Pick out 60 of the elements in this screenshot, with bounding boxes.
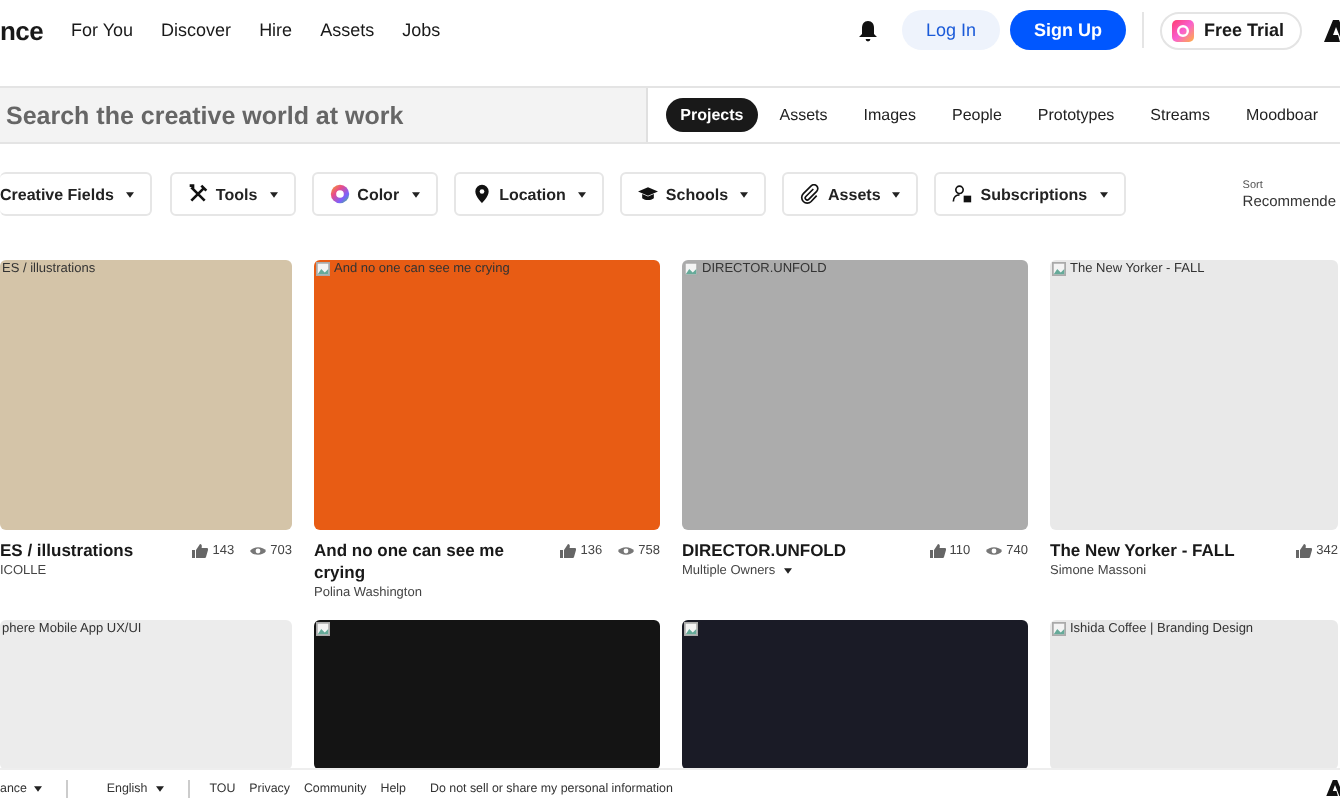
- filter-dropdown[interactable]: Tools: [169, 172, 296, 216]
- nav-link[interactable]: Discover: [161, 20, 232, 40]
- tab[interactable]: Images: [849, 98, 930, 132]
- filter-dropdown[interactable]: Creative Fields: [0, 172, 152, 216]
- color-wheel-icon: [329, 184, 350, 204]
- free-trial-button[interactable]: Free Trial: [1159, 11, 1302, 49]
- thumbs-up-icon: [1296, 544, 1313, 558]
- caret-icon: [740, 191, 749, 197]
- tab[interactable]: Projects: [666, 98, 758, 132]
- filter-dropdown[interactable]: Color: [311, 172, 438, 216]
- nav-link[interactable]: Hire: [259, 20, 293, 40]
- caret-icon: [269, 191, 278, 197]
- tab[interactable]: Prototypes: [1023, 98, 1129, 132]
- eye-icon: [618, 544, 635, 558]
- tab[interactable]: Assets: [765, 98, 842, 132]
- broken-image-icon: [684, 622, 698, 636]
- bell-icon[interactable]: [857, 19, 878, 41]
- caret-icon: [1099, 191, 1108, 197]
- tab[interactable]: People: [938, 98, 1016, 132]
- search-field[interactable]: Search the creative world at work: [0, 88, 649, 142]
- broken-image-icon: [684, 262, 698, 276]
- app-icon: [1171, 19, 1194, 41]
- thumbs-up-icon: [192, 544, 209, 558]
- caret-icon: [577, 191, 586, 197]
- thumbs-up-icon: [929, 544, 946, 558]
- tab[interactable]: Streams: [1136, 98, 1224, 132]
- project-title[interactable]: ES / illustrations: [0, 540, 181, 562]
- broken-image-icon: [1052, 262, 1066, 276]
- nav-link[interactable]: Assets: [320, 20, 375, 40]
- filter-dropdown[interactable]: Subscriptions: [934, 172, 1126, 216]
- thumbs-up-icon: [560, 544, 577, 558]
- person-lock-icon: [952, 184, 973, 204]
- caret-icon: [125, 191, 134, 197]
- project-title[interactable]: DIRECTOR.UNFOLD: [682, 540, 918, 562]
- filter-dropdown[interactable]: Location: [453, 172, 604, 216]
- filter-dropdown[interactable]: Schools: [619, 172, 767, 216]
- caret-icon: [411, 191, 420, 197]
- paperclip-icon: [800, 184, 821, 204]
- caret-icon: [892, 191, 901, 197]
- logo-icon[interactable]: [1326, 780, 1340, 796]
- caret-icon: [155, 785, 164, 791]
- project-title[interactable]: The New Yorker - FALL: [1050, 540, 1285, 562]
- broken-image-icon: [316, 262, 330, 276]
- login-button[interactable]: Log In: [901, 10, 1000, 50]
- eye-icon: [986, 544, 1003, 558]
- signup-button[interactable]: Sign Up: [1009, 10, 1126, 50]
- logo[interactable]: nce: [0, 15, 44, 45]
- caret-icon: [34, 785, 43, 791]
- eye-icon: [250, 544, 267, 558]
- nav-link[interactable]: Jobs: [402, 20, 441, 40]
- tab[interactable]: Moodboar: [1231, 98, 1332, 132]
- location-pin-icon: [471, 184, 492, 204]
- graduation-cap-icon: [637, 184, 658, 204]
- filter-dropdown[interactable]: Assets: [782, 172, 919, 216]
- broken-image-icon: [316, 622, 330, 636]
- project-title[interactable]: And no one can see me crying: [314, 540, 549, 584]
- caret-icon: [783, 568, 792, 574]
- nav-link[interactable]: For You: [71, 20, 134, 40]
- broken-image-icon: [1052, 622, 1066, 636]
- tools-icon: [187, 184, 208, 204]
